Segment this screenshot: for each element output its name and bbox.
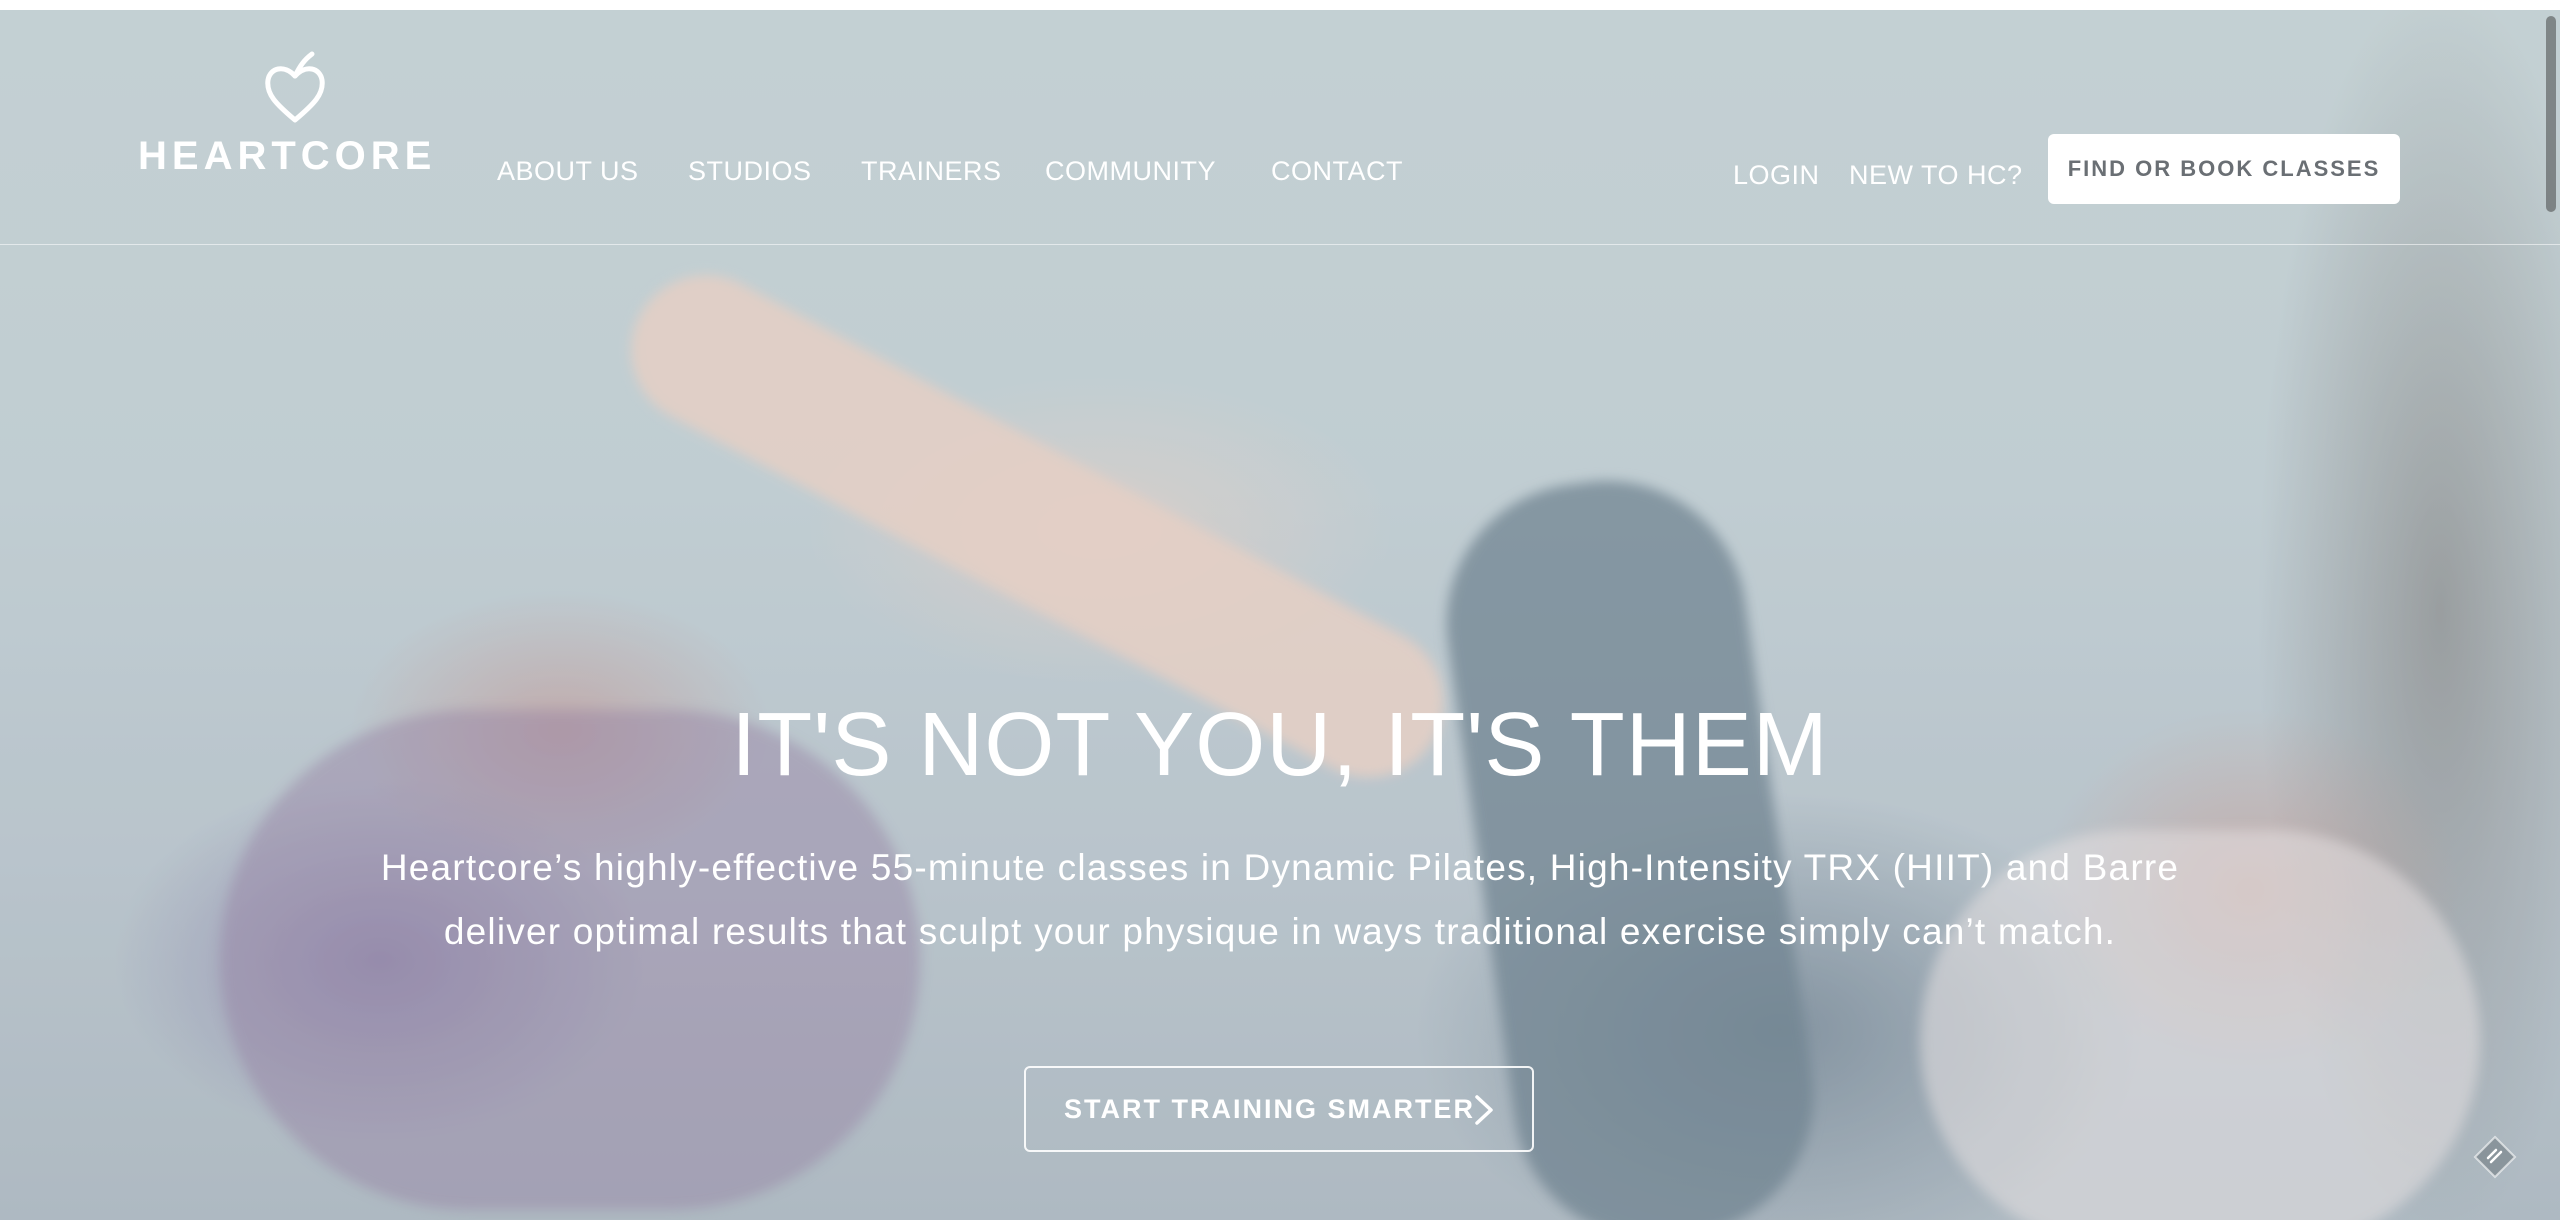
start-training-smarter-button[interactable]: START TRAINING SMARTER <box>1024 1066 1534 1152</box>
chevron-right-icon <box>1475 1095 1493 1125</box>
hero-subtitle-line-1: Heartcore’s highly-effective 55-minute c… <box>380 847 2180 888</box>
cta-label: START TRAINING SMARTER <box>1064 1094 1475 1124</box>
nav-community[interactable]: COMMUNITY <box>1045 154 1216 188</box>
diamond-badge-icon[interactable] <box>2472 1134 2518 1180</box>
hero-title: IT'S NOT YOU, IT'S THEM <box>731 695 1829 795</box>
brand-wordmark: HEARTCORE <box>138 134 437 178</box>
scrollbar-thumb[interactable] <box>2546 16 2556 212</box>
find-or-book-classes-button[interactable]: FIND OR BOOK CLASSES <box>2048 134 2400 204</box>
login-link[interactable]: LOGIN <box>1733 158 1820 192</box>
hero-subtitle-line-2: deliver optimal results that sculpt your… <box>443 911 2117 952</box>
page: HEARTCORE ABOUT US STUDIOS TRAINERS COMM… <box>0 0 2560 1220</box>
nav-about-us[interactable]: ABOUT US <box>497 154 639 188</box>
top-navbar: HEARTCORE ABOUT US STUDIOS TRAINERS COMM… <box>0 10 2560 245</box>
new-to-hc-link[interactable]: NEW TO HC? <box>1849 158 2023 192</box>
heart-logo-icon <box>265 51 325 123</box>
nav-trainers[interactable]: TRAINERS <box>861 154 1002 188</box>
brand-logo[interactable]: HEARTCORE <box>138 50 452 190</box>
nav-contact[interactable]: CONTACT <box>1271 154 1403 188</box>
hero-subtitle: Heartcore’s highly-effective 55-minute c… <box>330 836 2230 964</box>
nav-studios[interactable]: STUDIOS <box>688 154 812 188</box>
